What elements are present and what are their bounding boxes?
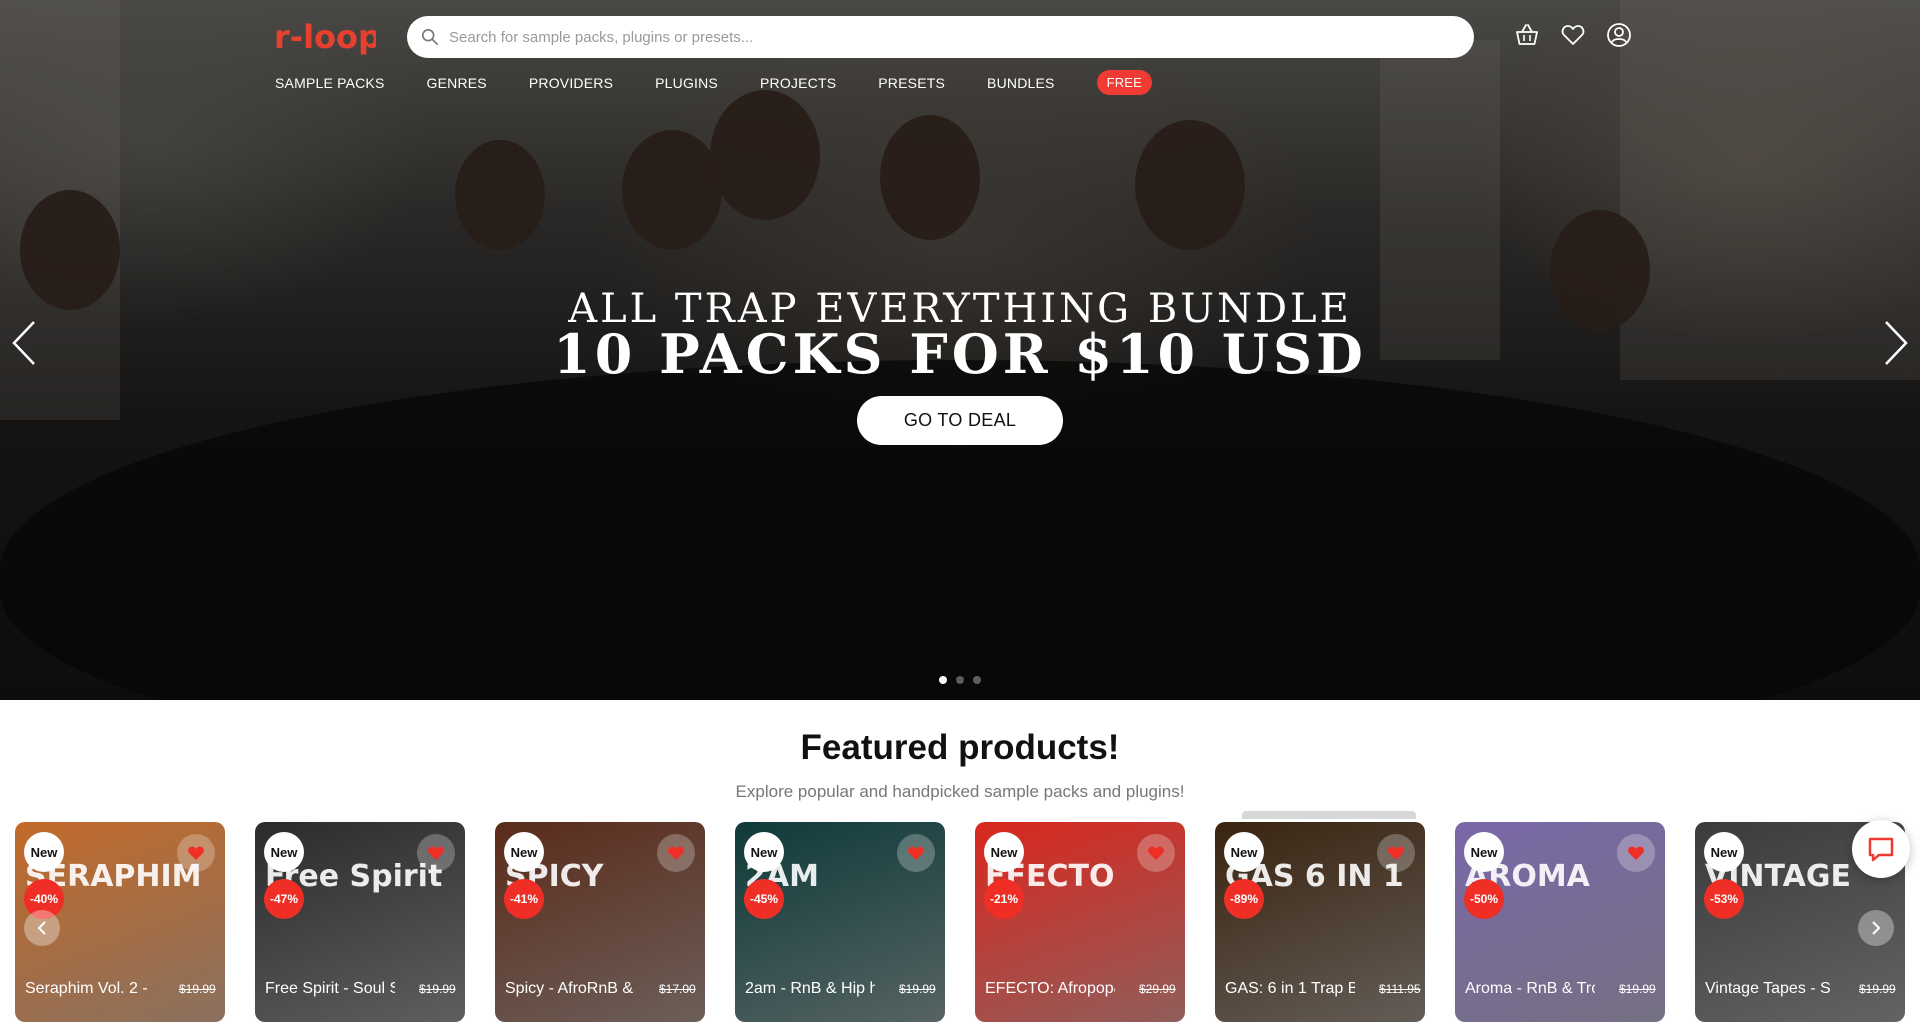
nav-providers[interactable]: PROVIDERS — [529, 75, 613, 91]
product-name[interactable]: Aroma - RnB & Trc — [1465, 980, 1595, 998]
product-card[interactable]: Free Spirit New -47% Free Spirit - Soul S $1… — [255, 822, 465, 1022]
slide-dot[interactable] — [973, 676, 981, 684]
discount-badge: -41% — [504, 879, 544, 919]
hero-figure — [1135, 120, 1245, 250]
heart-icon — [188, 846, 204, 860]
featured-title-rest: products! — [948, 728, 1120, 767]
discount-badge: -53% — [1704, 879, 1744, 919]
nav-genres[interactable]: GENRES — [427, 75, 487, 91]
hero-figure — [455, 140, 545, 250]
prev-slide-arrow-icon[interactable] — [8, 318, 42, 368]
wishlist-button[interactable] — [657, 834, 695, 872]
hero-figure — [710, 90, 820, 220]
product-name[interactable]: Vintage Tapes - S — [1705, 980, 1835, 998]
heart-icon — [908, 846, 924, 860]
product-card[interactable]: SPICY New -41% Spicy - AfroRnB & $17.00 — [495, 822, 705, 1022]
product-name[interactable]: GAS: 6 in 1 Trap Bu — [1225, 980, 1355, 998]
search-icon — [421, 28, 439, 46]
account-icon[interactable] — [1606, 22, 1632, 48]
product-original-price: $19.99 — [899, 982, 936, 996]
product-name[interactable]: Free Spirit - Soul S — [265, 980, 395, 998]
logo-text: r-loops — [274, 18, 376, 56]
new-badge: New — [1224, 832, 1264, 872]
chevron-right-icon — [1872, 921, 1881, 935]
slide-dot[interactable] — [939, 676, 947, 684]
wishlist-button[interactable] — [1617, 834, 1655, 872]
slide-dot[interactable] — [956, 676, 964, 684]
product-original-price: $19.99 — [1859, 982, 1896, 996]
product-card[interactable]: GAS 6 IN 1 New -89% GAS: 6 in 1 Trap Bu $111… — [1215, 822, 1425, 1022]
new-badge: New — [744, 832, 784, 872]
product-original-price: $19.99 — [1619, 982, 1656, 996]
product-original-price: $19.99 — [179, 982, 216, 996]
new-badge: New — [24, 832, 64, 872]
product-name[interactable]: 2am - RnB & Hip h — [745, 980, 875, 998]
heart-icon[interactable] — [1560, 22, 1586, 48]
product-card[interactable]: 2AM New -45% 2am - RnB & Hip h $19.99 — [735, 822, 945, 1022]
nav-free[interactable]: FREE — [1096, 70, 1153, 95]
product-original-price: $111.95 — [1379, 982, 1421, 996]
carousel-tab — [1242, 811, 1416, 819]
new-badge: New — [984, 832, 1024, 872]
new-badge: New — [1464, 832, 1504, 872]
discount-badge: -89% — [1224, 879, 1264, 919]
heart-icon — [1148, 846, 1164, 860]
chevron-left-icon — [37, 921, 46, 935]
basket-icon[interactable] — [1514, 22, 1540, 48]
wishlist-button[interactable] — [177, 834, 215, 872]
wishlist-button[interactable] — [1137, 834, 1175, 872]
new-badge: New — [264, 832, 304, 872]
chat-widget-button[interactable] — [1852, 820, 1910, 878]
product-original-price: $29.99 — [1139, 982, 1176, 996]
search-bar[interactable] — [407, 16, 1474, 58]
heart-icon — [428, 846, 444, 860]
product-original-price: $17.00 — [659, 982, 696, 996]
header-actions — [1514, 22, 1632, 48]
wishlist-button[interactable] — [897, 834, 935, 872]
nav-presets[interactable]: PRESETS — [878, 75, 945, 91]
nav-plugins[interactable]: PLUGINS — [655, 75, 718, 91]
featured-title: Featured products! — [0, 728, 1920, 768]
discount-badge: -50% — [1464, 879, 1504, 919]
featured-subtitle: Explore popular and handpicked sample pa… — [735, 782, 1185, 801]
new-badge: New — [504, 832, 544, 872]
product-card[interactable]: AROMA New -50% Aroma - RnB & Trc $19.99 — [1455, 822, 1665, 1022]
wishlist-button[interactable] — [417, 834, 455, 872]
slide-indicators — [939, 676, 981, 684]
wishlist-button[interactable] — [1377, 834, 1415, 872]
product-name[interactable]: Spicy - AfroRnB & — [505, 980, 635, 998]
hero-figure — [622, 130, 722, 250]
chat-icon — [1868, 837, 1894, 862]
search-input[interactable] — [449, 28, 1349, 46]
discount-badge: -47% — [264, 879, 304, 919]
product-name[interactable]: EFECTO: Afropop& — [985, 980, 1115, 998]
logo[interactable]: r-loops — [274, 18, 376, 56]
heart-icon — [668, 846, 684, 860]
product-card[interactable]: EFECTO New -21% EFECTO: Afropop& $29.99 — [975, 822, 1185, 1022]
nav-sample-packs[interactable]: SAMPLE PACKS — [275, 75, 385, 91]
product-original-price: $19.99 — [419, 982, 456, 996]
hero-banner: r-loops SAMPLE PACKS GENRES PROVIDERS P — [0, 0, 1920, 700]
hero-figure — [880, 115, 980, 240]
featured-title-bold: Featured — [800, 728, 949, 767]
discount-badge: -45% — [744, 879, 784, 919]
main-nav: SAMPLE PACKS GENRES PROVIDERS PLUGINS PR… — [275, 70, 1194, 95]
heart-icon — [1388, 846, 1404, 860]
carousel-prev-button[interactable] — [24, 910, 60, 946]
new-badge: New — [1704, 832, 1744, 872]
hero-subheadline: 10 PACKS FOR $10 USD — [553, 322, 1367, 386]
nav-projects[interactable]: PROJECTS — [760, 75, 836, 91]
go-to-deal-button[interactable]: GO TO DEAL — [857, 396, 1063, 445]
product-name[interactable]: Seraphim Vol. 2 - — [25, 980, 155, 998]
next-slide-arrow-icon[interactable] — [1878, 318, 1912, 368]
heart-icon — [1628, 846, 1644, 860]
discount-badge: -21% — [984, 879, 1024, 919]
carousel-next-button[interactable] — [1858, 910, 1894, 946]
nav-bundles[interactable]: BUNDLES — [987, 75, 1055, 91]
